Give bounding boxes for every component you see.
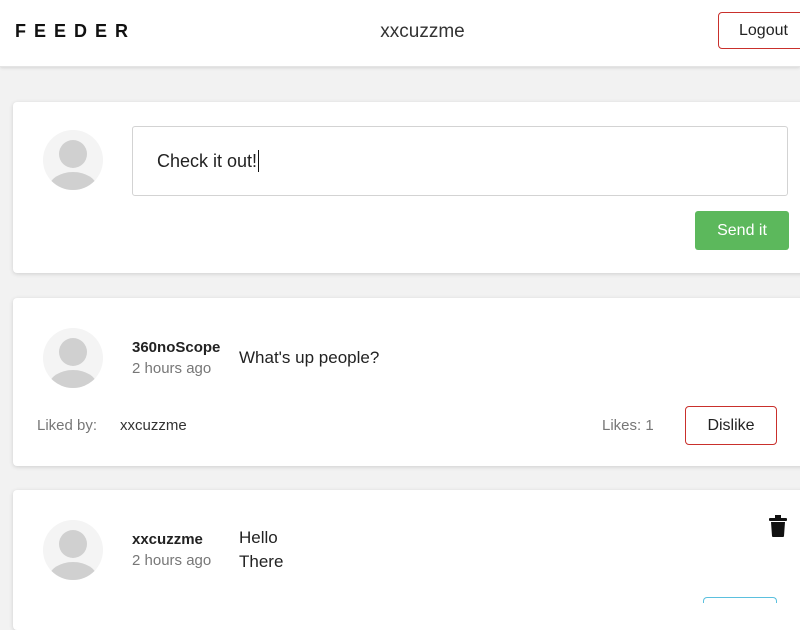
user-avatar-icon	[43, 130, 103, 190]
logout-button[interactable]: Logout	[718, 12, 800, 49]
post-timestamp: 2 hours ago	[132, 360, 212, 377]
trash-icon[interactable]	[769, 515, 787, 537]
current-username: xxcuzzme	[380, 21, 465, 42]
post-timestamp: 2 hours ago	[132, 552, 212, 569]
user-avatar-icon	[43, 520, 103, 580]
post-body: What's up people?	[239, 348, 380, 367]
post-card: xxcuzzme 2 hours ago Hello There	[13, 490, 800, 630]
text-caret	[258, 150, 260, 172]
compose-card: Check it out! Send it	[13, 102, 800, 273]
like-button[interactable]	[703, 597, 777, 603]
post-input-value: Check it out!	[157, 150, 258, 171]
liked-by-label: Liked by:	[37, 417, 98, 434]
send-button[interactable]: Send it	[695, 211, 789, 250]
post-input[interactable]: Check it out!	[132, 126, 788, 196]
post-body-line: There	[239, 552, 284, 571]
post-body-line: Hello	[239, 528, 278, 547]
top-navbar: FEEDER xxcuzzme Logout	[0, 0, 800, 67]
post-card: 360noScope 2 hours ago What's up people?…	[13, 298, 800, 466]
liked-by-user[interactable]: xxcuzzme	[120, 417, 187, 434]
post-author[interactable]: xxcuzzme	[132, 531, 203, 548]
likes-count: Likes: 1	[602, 417, 654, 434]
dislike-button[interactable]: Dislike	[685, 406, 777, 445]
user-avatar-icon	[43, 328, 103, 388]
post-author[interactable]: 360noScope	[132, 339, 220, 356]
